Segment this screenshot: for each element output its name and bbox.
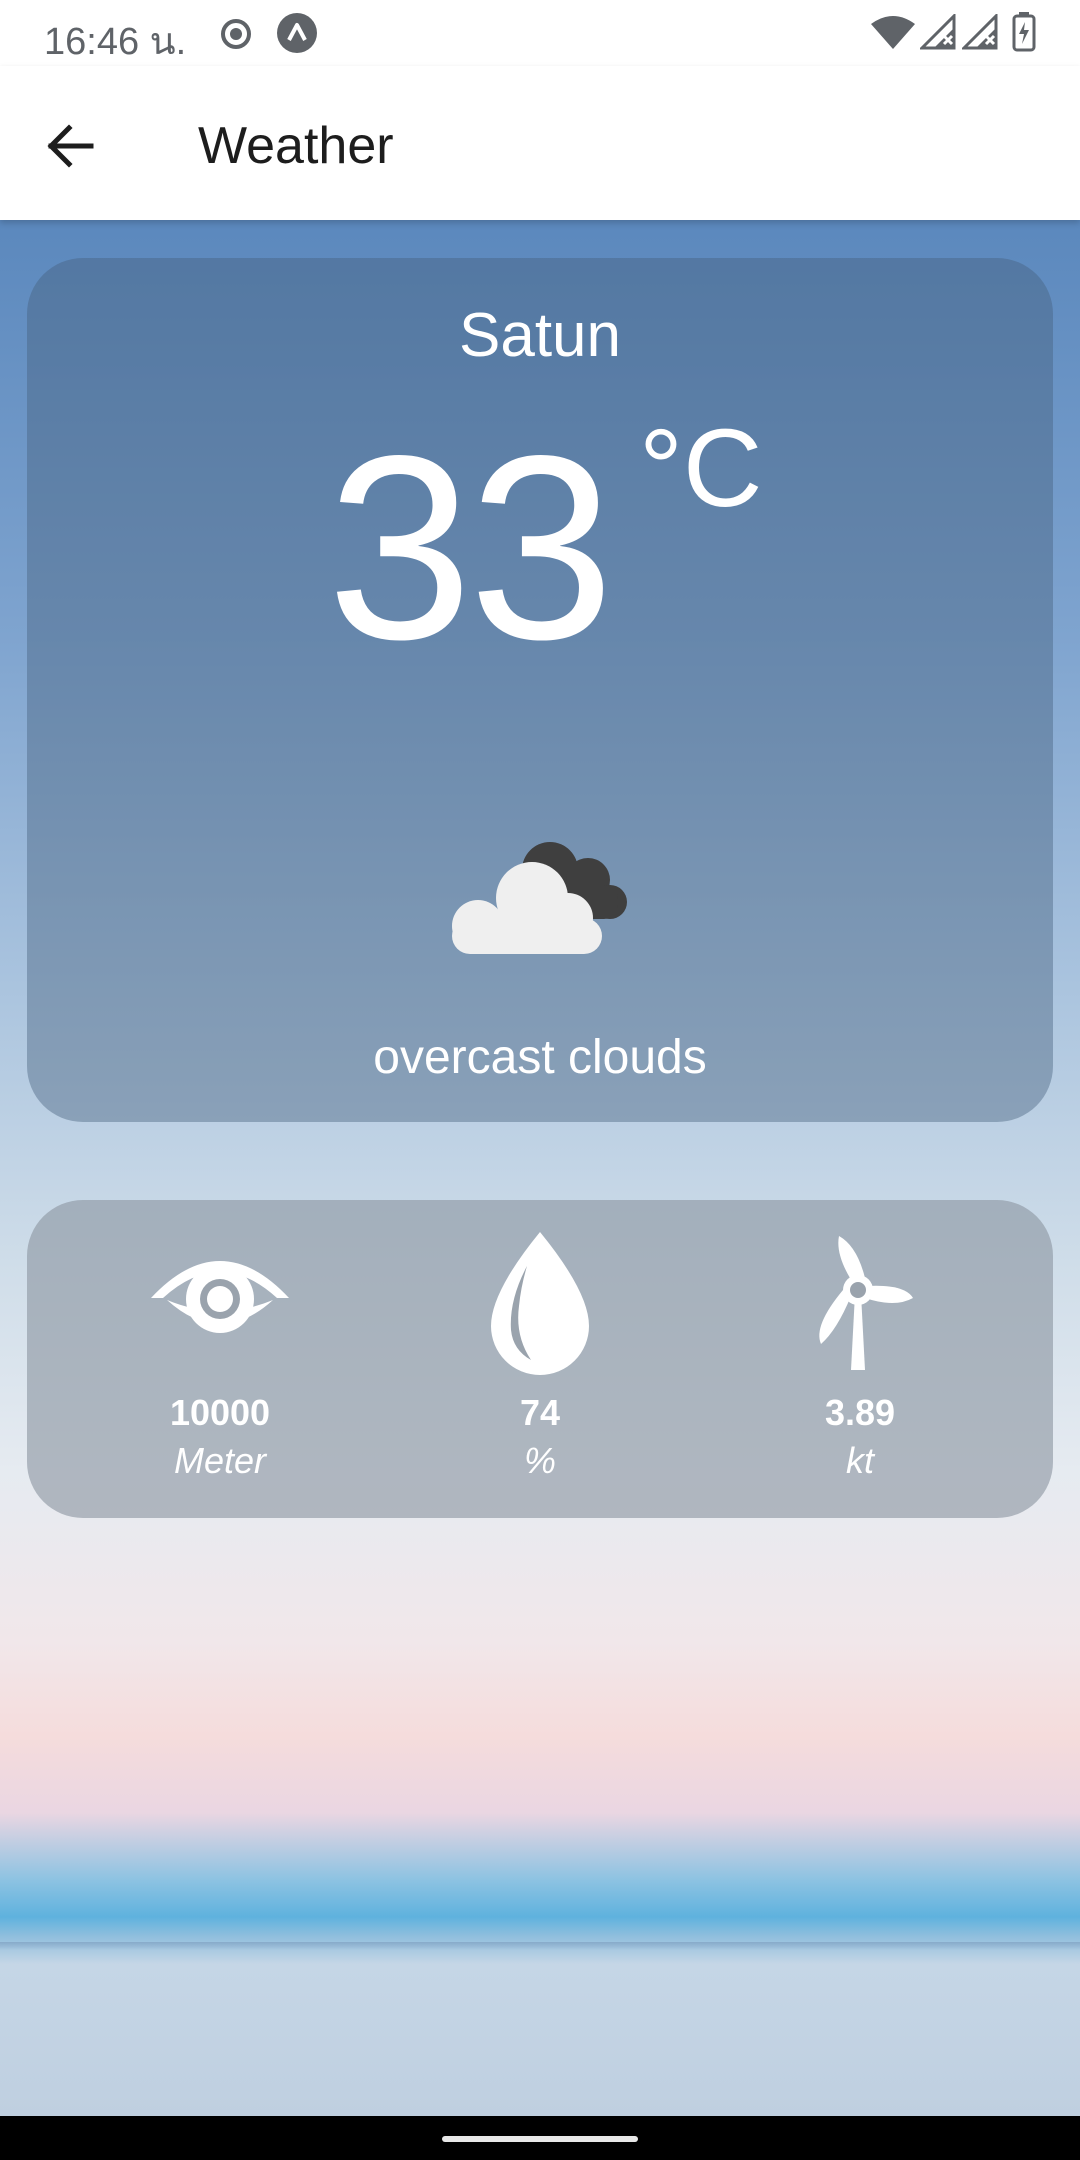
wind-turbine-icon [740, 1226, 980, 1376]
wind-stat: 3.89 kt [740, 1200, 980, 1518]
app-bar: Weather [0, 66, 1080, 220]
humidity-unit: % [523, 1440, 556, 1481]
signal-x-icon [960, 12, 998, 55]
overcast-clouds-icon [438, 830, 638, 960]
wind-value: 3.89 [824, 1392, 896, 1433]
eye-icon [100, 1226, 340, 1376]
wifi-icon [870, 16, 916, 55]
wind-unit: kt [845, 1440, 874, 1481]
vpn-arrow-icon [276, 12, 318, 59]
humidity-stat: 74 % [420, 1200, 660, 1518]
water-drop-icon [420, 1226, 660, 1376]
humidity-value: 74 [519, 1392, 561, 1433]
back-button[interactable] [30, 108, 110, 188]
stats-card: 10000 Meter 74 % 3.89 kt [27, 1200, 1053, 1518]
navigation-bar [0, 2116, 1080, 2160]
status-bar: 16:46 น. [0, 0, 1080, 66]
arrow-left-icon [45, 123, 95, 173]
status-time: 16:46 น. [44, 21, 187, 63]
temperature-value: 33 [327, 401, 614, 694]
temperature-unit: °C [639, 407, 763, 530]
weather-description: overcast clouds [373, 1031, 707, 1084]
home-gesture-handle[interactable] [442, 2136, 638, 2142]
record-icon [218, 16, 254, 57]
horizon-line [0, 1942, 1080, 1950]
battery-charging-icon [1012, 12, 1036, 57]
page-title: Weather [198, 117, 394, 175]
visibility-unit: Meter [173, 1440, 267, 1481]
signal-x-icon [918, 12, 956, 55]
city-name: Satun [458, 301, 622, 370]
visibility-stat: 10000 Meter [100, 1200, 340, 1518]
temperature-display: 33 °C [27, 401, 1053, 694]
weather-card: Satun 33 °C overcast clouds [27, 258, 1053, 1122]
visibility-value: 10000 [169, 1392, 271, 1433]
